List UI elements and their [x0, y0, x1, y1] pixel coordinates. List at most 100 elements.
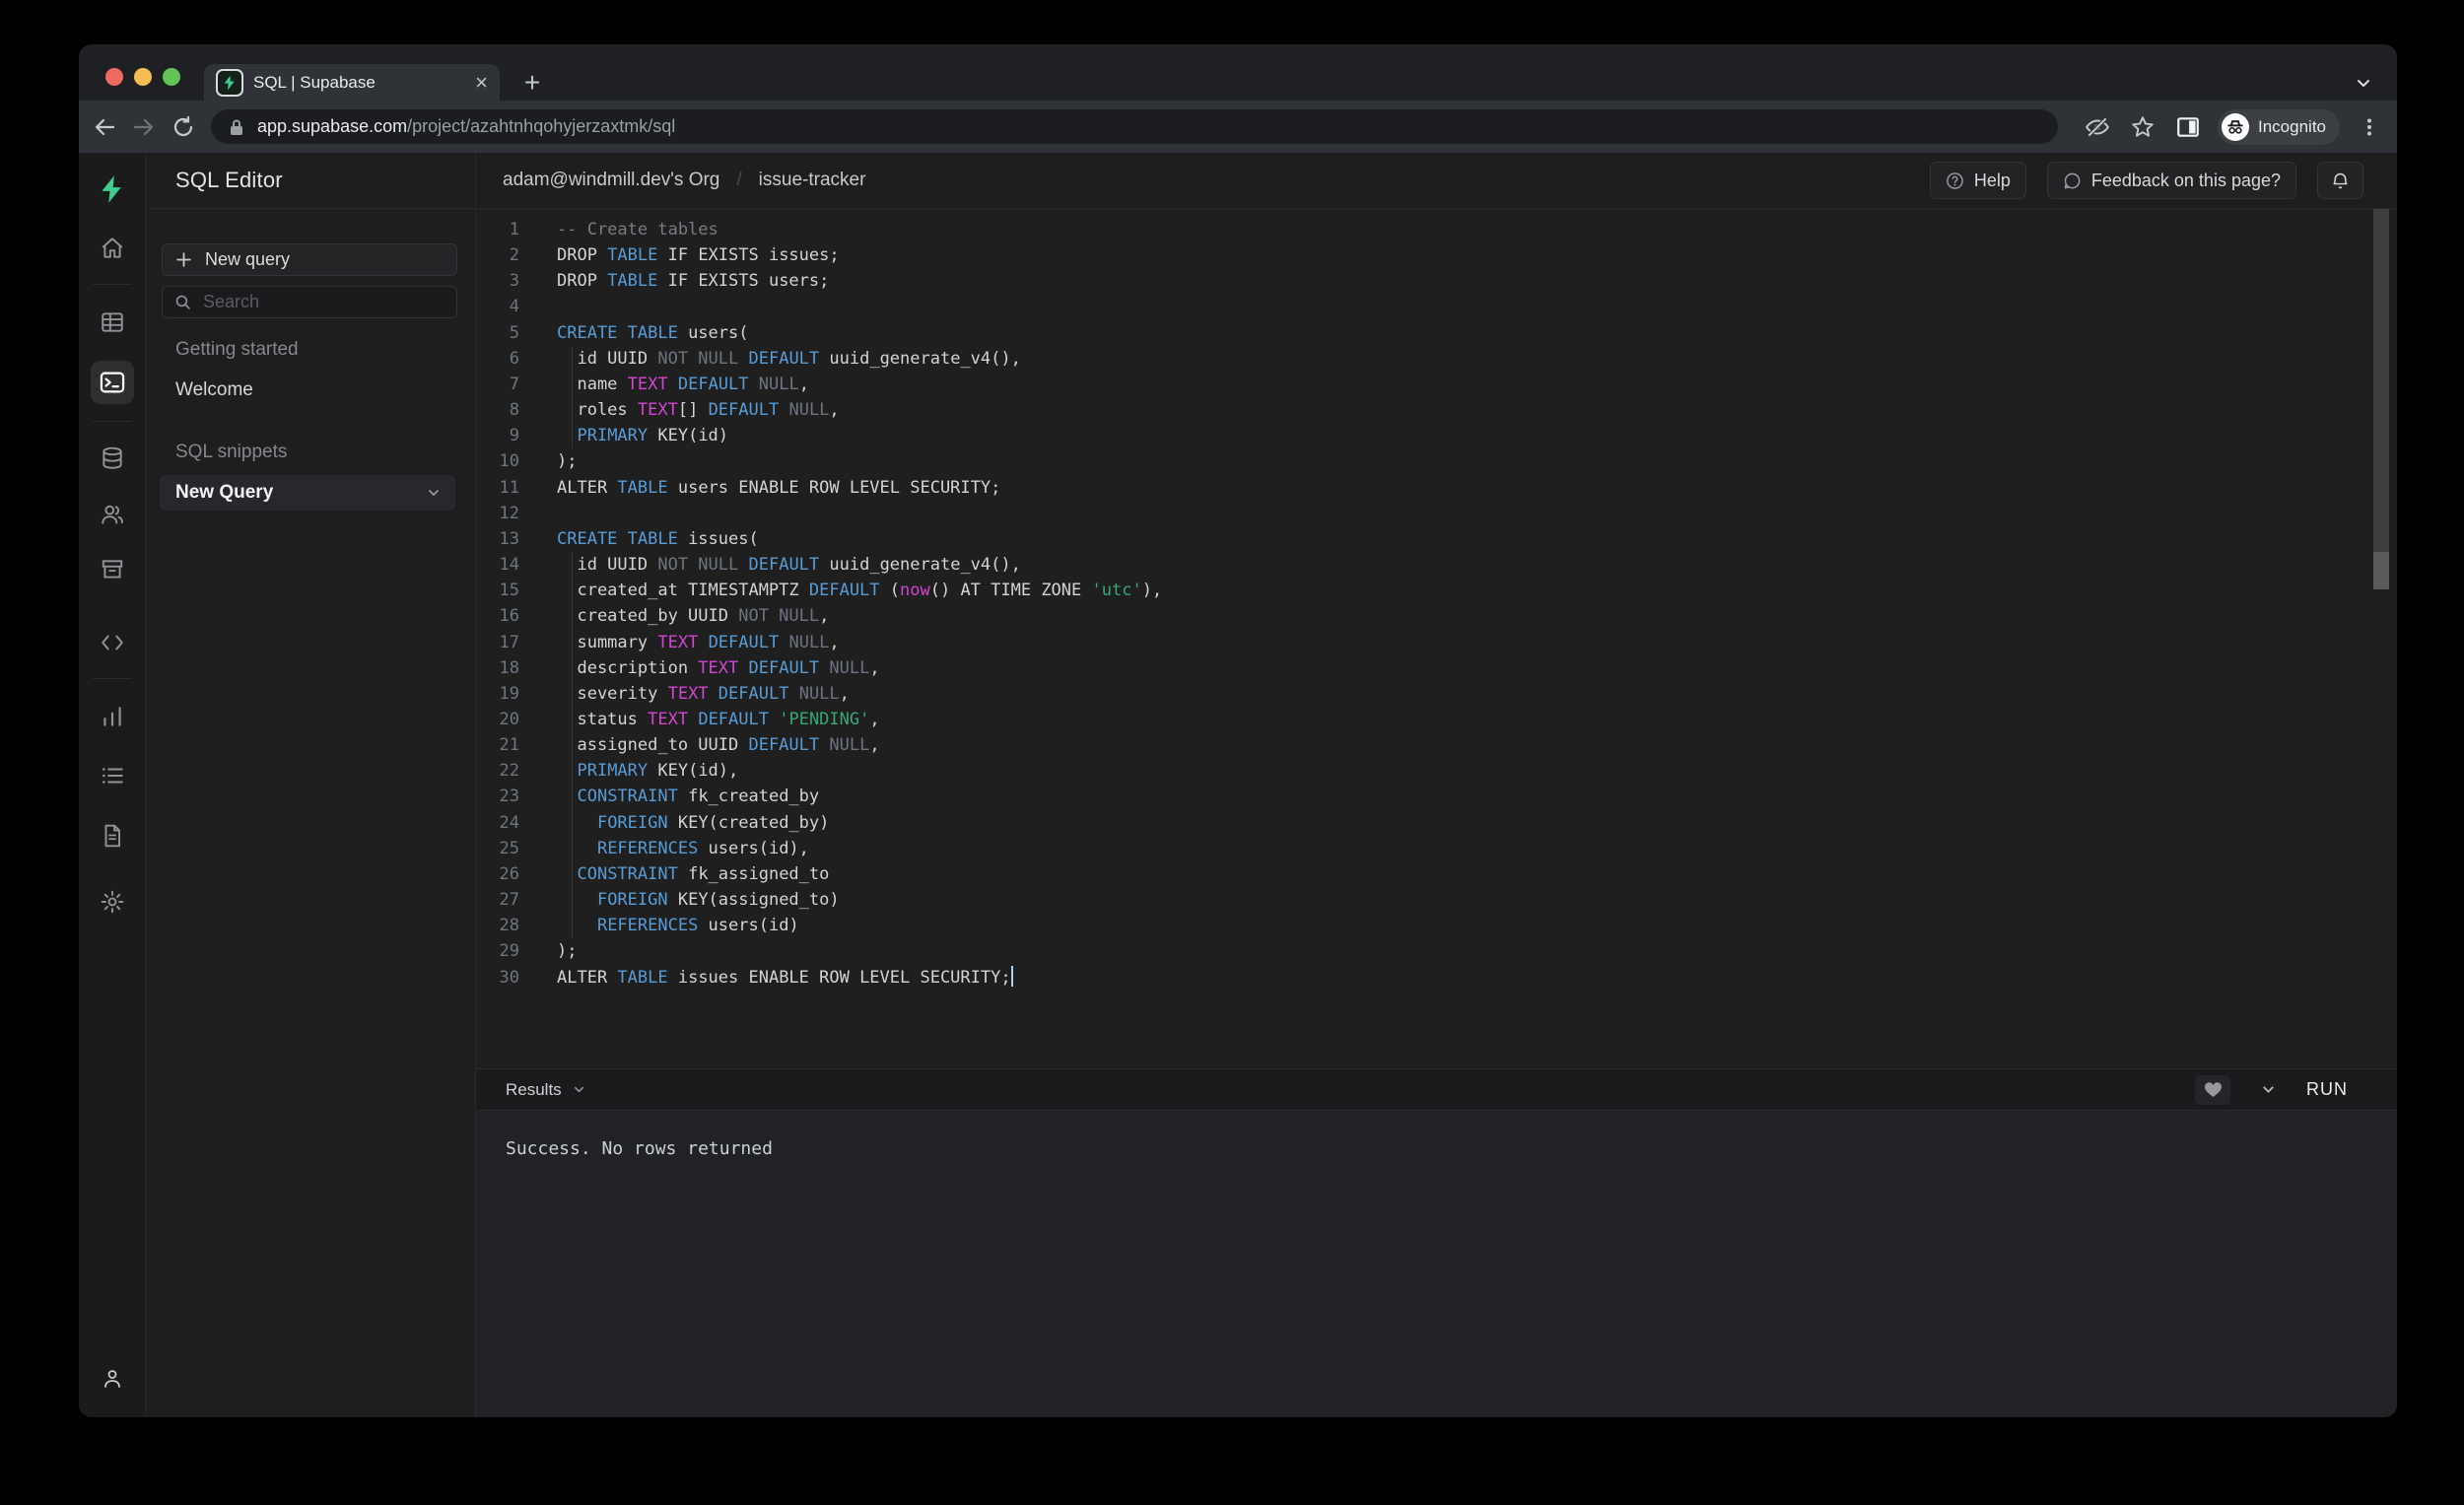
section-label-getting-started: Getting started — [175, 339, 299, 361]
bookmark-star-icon[interactable] — [2123, 107, 2162, 147]
run-button[interactable]: RUN — [2306, 1079, 2348, 1100]
code-line[interactable]: 27 FOREIGN KEY(assigned_to) — [476, 887, 2358, 913]
code-line[interactable]: 29); — [476, 938, 2358, 964]
nav-home-icon[interactable] — [91, 227, 134, 270]
bell-icon — [2330, 171, 2351, 191]
nav-rail — [79, 153, 146, 1417]
help-button[interactable]: Help — [1930, 162, 2026, 199]
forward-button[interactable] — [124, 107, 164, 147]
code-line[interactable]: 19 severity TEXT DEFAULT NULL, — [476, 681, 2358, 707]
minimize-window-button[interactable] — [134, 68, 152, 86]
favorite-heart-icon[interactable] — [2195, 1075, 2230, 1105]
code-line[interactable]: 11ALTER TABLE users ENABLE ROW LEVEL SEC… — [476, 475, 2358, 501]
code-line[interactable]: 7 name TEXT DEFAULT NULL, — [476, 372, 2358, 397]
nav-api-docs-icon[interactable] — [91, 814, 134, 857]
code-line[interactable]: 2DROP TABLE IF EXISTS issues; — [476, 242, 2358, 268]
code-line[interactable]: 1-- Create tables — [476, 217, 2358, 242]
code-line[interactable]: 8 roles TEXT[] DEFAULT NULL, — [476, 397, 2358, 423]
nav-storage-icon[interactable] — [91, 548, 134, 591]
code-line[interactable]: 4 — [476, 294, 2358, 319]
chevron-down-icon[interactable] — [426, 485, 442, 501]
browser-tab[interactable]: SQL | Supabase × — [204, 64, 500, 101]
nav-reports-icon[interactable] — [91, 695, 134, 738]
breadcrumb-project[interactable]: issue-tracker — [759, 170, 866, 191]
rail-divider — [93, 421, 132, 422]
rail-divider — [93, 284, 132, 285]
code-line[interactable]: 22 PRIMARY KEY(id), — [476, 758, 2358, 784]
nav-logs-icon[interactable] — [91, 754, 134, 797]
zoom-window-button[interactable] — [163, 68, 180, 86]
code-line[interactable]: 5CREATE TABLE users( — [476, 320, 2358, 346]
feedback-button[interactable]: Feedback on this page? — [2047, 162, 2296, 199]
tab-close-icon[interactable]: × — [475, 72, 488, 94]
code-line[interactable]: 28 REFERENCES users(id) — [476, 913, 2358, 938]
address-bar[interactable]: app.supabase.com/project/azahtnhqohyjerz… — [211, 109, 2058, 144]
code-line[interactable]: 16 created_by UUID NOT NULL, — [476, 603, 2358, 629]
search-icon — [174, 294, 191, 310]
code-lines: 1-- Create tables2DROP TABLE IF EXISTS i… — [476, 217, 2358, 991]
breadcrumb-org[interactable]: adam@windmill.dev's Org — [503, 170, 719, 191]
scrollbar-thumb[interactable] — [2373, 552, 2389, 589]
code-line[interactable]: 15 created_at TIMESTAMPTZ DEFAULT (now()… — [476, 578, 2358, 603]
close-window-button[interactable] — [105, 68, 123, 86]
results-label: Results — [506, 1080, 562, 1100]
help-button-label: Help — [1974, 171, 2011, 191]
back-button[interactable] — [85, 107, 124, 147]
nav-sql-editor-icon[interactable] — [91, 361, 134, 404]
code-line[interactable]: 24 FOREIGN KEY(created_by) — [476, 810, 2358, 836]
nav-auth-users-icon[interactable] — [91, 493, 134, 536]
account-user-icon[interactable] — [91, 1357, 134, 1401]
code-line[interactable]: 6 id UUID NOT NULL DEFAULT uuid_generate… — [476, 346, 2358, 372]
editor-scrollbar[interactable] — [2373, 209, 2389, 1068]
password-eye-off-icon[interactable] — [2078, 107, 2117, 147]
incognito-label: Incognito — [2258, 117, 2326, 137]
main-area: adam@windmill.dev's Org / issue-tracker … — [476, 153, 2397, 1417]
toolbar-right: Incognito — [2072, 107, 2389, 147]
supabase-app: SQL Editor New query Getting started Wel… — [79, 153, 2397, 1417]
code-line[interactable]: 18 description TEXT DEFAULT NULL, — [476, 655, 2358, 681]
scrollbar-track-shade — [2373, 209, 2389, 552]
supabase-logo-icon[interactable] — [91, 168, 134, 211]
code-line[interactable]: 9 PRIMARY KEY(id) — [476, 423, 2358, 448]
new-query-button[interactable]: New query — [162, 243, 457, 276]
nav-table-editor-icon[interactable] — [91, 301, 134, 344]
sql-code-editor[interactable]: 1-- Create tables2DROP TABLE IF EXISTS i… — [476, 209, 2397, 1068]
code-line[interactable]: 30ALTER TABLE issues ENABLE ROW LEVEL SE… — [476, 965, 2358, 991]
nav-settings-gear-icon[interactable] — [91, 880, 134, 924]
code-line[interactable]: 20 status TEXT DEFAULT 'PENDING', — [476, 707, 2358, 732]
notifications-button[interactable] — [2317, 162, 2363, 199]
code-line[interactable]: 21 assigned_to UUID DEFAULT NULL, — [476, 732, 2358, 758]
code-line[interactable]: 23 CONSTRAINT fk_created_by — [476, 784, 2358, 809]
nav-edge-functions-icon[interactable] — [91, 621, 134, 664]
search-input[interactable] — [203, 292, 430, 312]
code-line[interactable]: 3DROP TABLE IF EXISTS users; — [476, 268, 2358, 294]
text-cursor — [1011, 966, 1013, 987]
active-snippet-label: New Query — [175, 482, 426, 504]
code-line[interactable]: 25 REFERENCES users(id), — [476, 836, 2358, 861]
tab-search-chevron-icon[interactable] — [2346, 66, 2381, 100]
sidebar-item-new-query[interactable]: New Query — [160, 475, 455, 511]
status-message: Success. No rows returned — [506, 1138, 773, 1159]
browser-menu-kebab-icon[interactable] — [2350, 107, 2389, 147]
results-dropdown[interactable]: Results — [506, 1080, 586, 1100]
code-line[interactable]: 12 — [476, 501, 2358, 526]
tab-title: SQL | Supabase — [253, 73, 465, 93]
results-bar: Results RUN — [476, 1068, 2397, 1111]
code-line[interactable]: 13CREATE TABLE issues( — [476, 526, 2358, 552]
code-line[interactable]: 17 summary TEXT DEFAULT NULL, — [476, 630, 2358, 655]
project-header: adam@windmill.dev's Org / issue-tracker … — [476, 153, 2397, 209]
section-label-sql-snippets: SQL snippets — [175, 442, 287, 463]
sidebar-item-welcome[interactable]: Welcome — [175, 379, 253, 401]
reload-button[interactable] — [164, 107, 203, 147]
nav-database-icon[interactable] — [91, 437, 134, 480]
code-line[interactable]: 10); — [476, 448, 2358, 474]
new-tab-button[interactable]: + — [515, 66, 549, 100]
run-options-chevron-icon[interactable] — [2260, 1081, 2277, 1098]
code-line[interactable]: 14 id UUID NOT NULL DEFAULT uuid_generat… — [476, 552, 2358, 578]
incognito-badge[interactable]: Incognito — [2218, 109, 2340, 145]
side-panel-icon[interactable] — [2168, 107, 2208, 147]
plus-icon — [175, 251, 192, 268]
snippet-search[interactable] — [162, 286, 457, 318]
supabase-favicon-icon — [216, 69, 243, 97]
code-line[interactable]: 26 CONSTRAINT fk_assigned_to — [476, 861, 2358, 887]
